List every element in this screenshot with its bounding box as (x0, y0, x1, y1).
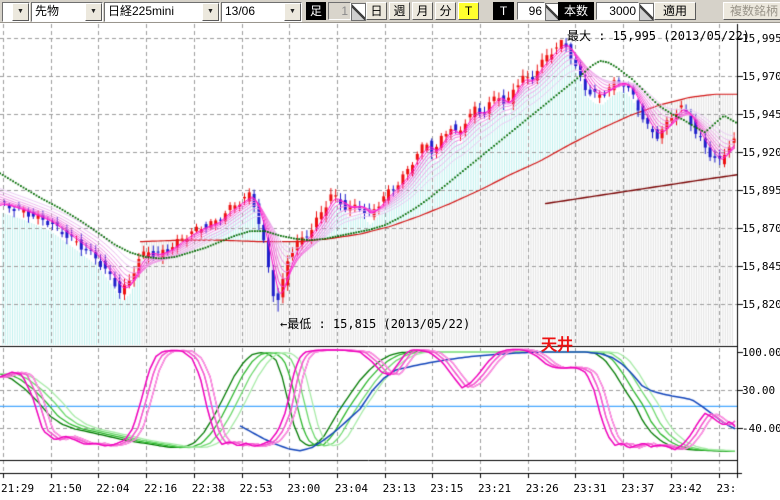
time-axis-label: 21:50 (49, 482, 82, 495)
time-axis: 21:29 21:50 22:04 22:16 22:38 22:53 23:00 23:04… (0, 482, 737, 497)
price-axis-label: 15,870 (742, 222, 780, 235)
period-button-分[interactable]: 分 (435, 2, 456, 20)
time-axis-label: 23:00 (287, 482, 320, 495)
mini-dropdown-value (3, 3, 12, 21)
bar-interval-spinner[interactable]: 1 (328, 2, 366, 20)
time-axis-label: 22:16 (144, 482, 177, 495)
period-button-週[interactable]: 週 (389, 2, 410, 20)
apply-button[interactable]: 適用 (654, 2, 696, 20)
symbol-dropdown[interactable]: 日経225mini ▼ (104, 2, 220, 22)
price-axis-label: 15,970 (742, 70, 780, 83)
time-axis-label: 22:04 (96, 482, 129, 495)
time-axis-label: 23:31 (573, 482, 606, 495)
bar-count-value: 3000 (596, 2, 639, 20)
bar-count-label: 本数 (558, 2, 594, 20)
period-button-日[interactable]: 日 (366, 2, 387, 20)
price-axis-label: 15,820 (742, 298, 780, 311)
category-value: 先物 (32, 3, 85, 21)
bar-type-label: 足 (306, 2, 326, 20)
time-axis-label: 23:15 (430, 482, 463, 495)
time-axis-label: 22:53 (240, 482, 273, 495)
ceiling-annotation: 天井 (541, 331, 573, 355)
toolbar: ▼ 先物 ▼ 日経225mini ▼ 13/06 ▼ 足 1 日週月分T T 9… (0, 0, 780, 23)
category-dropdown[interactable]: 先物 ▼ (31, 2, 103, 22)
time-axis-label: 23:37 (621, 482, 654, 495)
spin-icon[interactable] (351, 3, 366, 21)
time-axis-label: 23:21 (478, 482, 511, 495)
dropdown-arrow-icon[interactable]: ▼ (12, 3, 29, 21)
tick-count-value: 96 (517, 2, 545, 20)
price-axis-label: 15,945 (742, 108, 780, 121)
max-price-annotation: 最大 : 15,995 (2013/05/22) (567, 27, 750, 44)
price-axis-label: 15,920 (742, 146, 780, 159)
indicator-axis-label: -40.00 (742, 422, 780, 435)
time-axis-label: 23:04 (335, 482, 368, 495)
contract-dropdown[interactable]: 13/06 ▼ (221, 2, 302, 22)
price-axis-label: 15,845 (742, 260, 780, 273)
tick-count-spinner[interactable]: 96 (517, 2, 560, 20)
indicator-axis-label: 100.00 (742, 346, 780, 359)
multi-symbol-button: 複数銘柄 (723, 2, 780, 20)
time-axis-label: 23:42 (669, 482, 702, 495)
spin-icon[interactable] (639, 3, 654, 21)
tick-label: T (493, 2, 514, 20)
mini-dropdown[interactable]: ▼ (2, 2, 30, 22)
min-price-annotation: ←最低 : 15,815 (2013/05/22) (280, 315, 470, 332)
dropdown-arrow-icon[interactable]: ▼ (284, 3, 301, 21)
bar-count-spinner[interactable]: 3000 (596, 2, 654, 20)
time-axis-label: 23:13 (383, 482, 416, 495)
indicator-axis-label: 30.00 (742, 384, 780, 397)
time-axis-label: 23:47 (717, 482, 738, 495)
chart-canvas[interactable] (0, 0, 780, 500)
dropdown-arrow-icon[interactable]: ▼ (85, 3, 102, 21)
bar-interval-value: 1 (328, 2, 351, 20)
symbol-value: 日経225mini (105, 3, 202, 21)
period-button-月[interactable]: 月 (412, 2, 433, 20)
time-axis-label: 22:38 (192, 482, 225, 495)
time-axis-label: 21:29 (1, 482, 34, 495)
period-button-T[interactable]: T (458, 2, 479, 20)
price-axis-label: 15,895 (742, 184, 780, 197)
contract-value: 13/06 (222, 3, 284, 21)
time-axis-label: 23:26 (526, 482, 559, 495)
dropdown-arrow-icon[interactable]: ▼ (202, 3, 219, 21)
